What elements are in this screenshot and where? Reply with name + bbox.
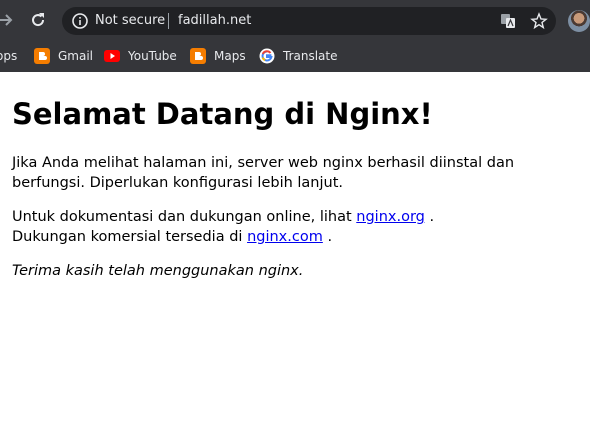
page-title: Selamat Datang di Nginx! [12,97,433,131]
docs-text-end: . [424,209,435,225]
reload-icon[interactable] [28,10,48,30]
google-icon [259,48,275,64]
translate-icon[interactable] [500,13,516,29]
bookmark-translate[interactable]: Translate [259,46,338,66]
commercial-text: Dukungan komersial tersedia di [12,229,248,245]
blogger-icon [190,48,206,64]
docs-paragraph: Untuk dokumentasi dan dukungan online, l… [12,207,582,247]
info-icon[interactable] [71,12,89,30]
gmail-label: Gmail [58,49,94,63]
thanks-paragraph: Terima kasih telah menggunakan nginx. [12,263,304,279]
docs-text: Untuk dokumentasi dan dukungan online, l… [12,209,357,225]
bookmark-gmail[interactable]: Gmail [34,46,93,66]
page-content: Selamat Datang di Nginx! Jika Anda melih… [12,72,582,281]
youtube-label: YouTube [128,49,177,63]
url-text[interactable]: fadillah.net [178,13,251,29]
blogger-icon [34,48,50,64]
translate-label: Translate [283,49,338,63]
security-label: Not secure [95,13,166,28]
nginx-org-link[interactable]: nginx.org [356,209,425,225]
apps-label: ops [0,49,18,63]
bookmark-star-icon[interactable] [530,12,548,30]
maps-label: Maps [214,49,246,63]
profile-avatar[interactable] [568,10,590,32]
nginx-com-link[interactable]: nginx.com [247,229,323,245]
youtube-icon [104,50,120,62]
commercial-text-end: . [322,229,333,245]
bookmark-youtube[interactable]: YouTube [104,46,177,66]
bookmark-apps[interactable]: ops [0,46,17,66]
bookmark-maps[interactable]: Maps [190,46,246,66]
browser-toolbar: Not secure fadillah.net [0,0,590,40]
bookmarks-bar: ops Gmail YouTube Maps Translate [0,40,590,72]
intro-paragraph: Jika Anda melihat halaman ini, server we… [12,155,515,191]
omnibox-divider [168,13,169,29]
address-bar[interactable]: Not secure fadillah.net [62,7,556,35]
forward-icon[interactable] [0,10,16,30]
